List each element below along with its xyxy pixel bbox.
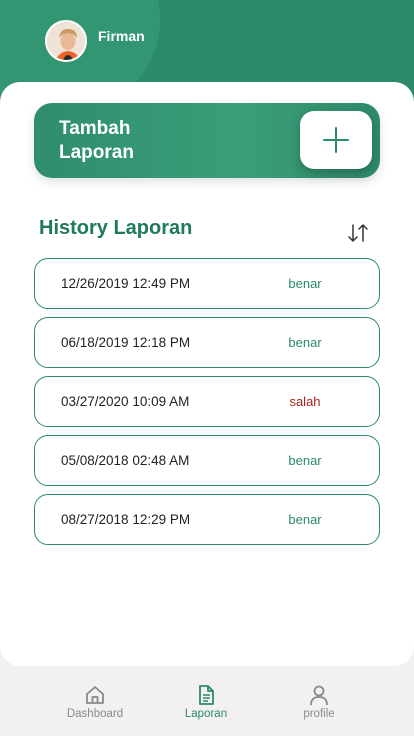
nav-label-dashboard: Dashboard — [66, 708, 124, 720]
home-icon — [86, 686, 104, 704]
history-row[interactable]: 12/26/2019 12:49 PM benar — [34, 258, 380, 309]
document-icon — [199, 685, 214, 705]
bottom-nav: Dashboard Laporan profile — [0, 666, 414, 736]
nav-label-profile: profile — [303, 708, 335, 720]
history-row[interactable]: 03/27/2020 10:09 AM salah — [34, 376, 380, 427]
sort-arrows-icon[interactable] — [346, 222, 370, 244]
history-row[interactable]: 08/27/2018 12:29 PM benar — [34, 494, 380, 545]
nav-item-laporan[interactable]: Laporan — [161, 684, 251, 720]
username: Firman — [98, 28, 145, 44]
nav-item-dashboard[interactable]: Dashboard — [50, 684, 140, 720]
row-status: benar — [288, 512, 322, 527]
plus-icon — [323, 127, 349, 153]
avatar[interactable] — [45, 20, 87, 62]
row-datetime: 05/08/2018 02:48 AM — [61, 453, 190, 468]
history-row[interactable]: 06/18/2019 12:18 PM benar — [34, 317, 380, 368]
row-datetime: 06/18/2019 12:18 PM — [61, 335, 191, 350]
row-datetime: 12/26/2019 12:49 PM — [61, 276, 191, 291]
nav-label-laporan: Laporan — [184, 708, 228, 720]
row-status: benar — [288, 335, 322, 350]
row-status: benar — [288, 453, 322, 468]
add-report-button[interactable] — [300, 111, 372, 169]
row-datetime: 08/27/2018 12:29 PM — [61, 512, 191, 527]
row-status: salah — [289, 394, 321, 409]
history-row[interactable]: 05/08/2018 02:48 AM benar — [34, 435, 380, 486]
history-title: History Laporan — [39, 217, 193, 239]
add-report-label: Tambah Laporan — [59, 118, 134, 163]
person-icon — [310, 685, 328, 706]
row-datetime: 03/27/2020 10:09 AM — [61, 394, 190, 409]
add-report-banner[interactable]: Tambah Laporan — [34, 103, 380, 178]
row-status: benar — [288, 276, 322, 291]
nav-item-profile[interactable]: profile — [274, 684, 364, 720]
